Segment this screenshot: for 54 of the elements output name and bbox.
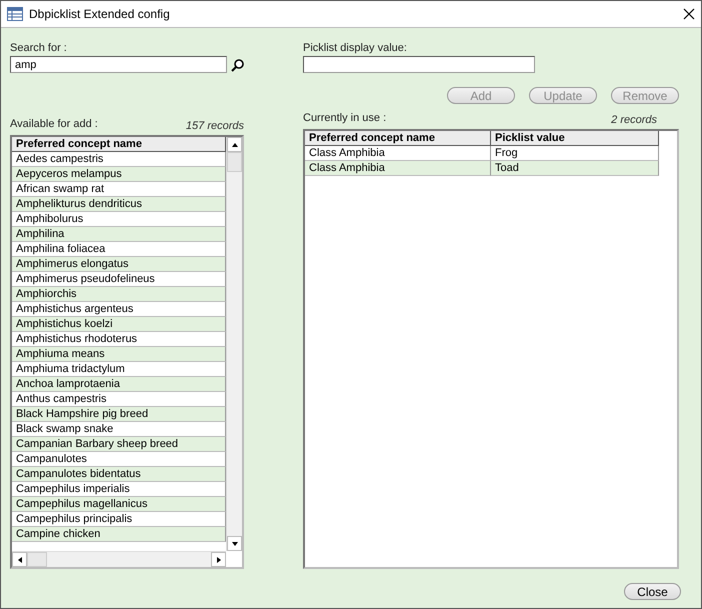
list-item[interactable]: Amphistichus rhodoterus bbox=[12, 332, 226, 347]
scroll-down-button[interactable] bbox=[227, 536, 242, 551]
list-item[interactable]: Campine chicken bbox=[12, 527, 226, 542]
column-header[interactable]: Preferred concept name bbox=[12, 137, 226, 152]
list-item[interactable]: Amphistichus argenteus bbox=[12, 302, 226, 317]
record-count: 2 records bbox=[611, 114, 657, 126]
list-item[interactable]: Amphilina bbox=[12, 227, 226, 242]
list-item[interactable]: Anthus campestris bbox=[12, 392, 226, 407]
table-cell: Frog bbox=[491, 146, 659, 161]
list-item[interactable]: Campanulotes bidentatus bbox=[12, 467, 226, 482]
list-item[interactable]: Black Hampshire pig breed bbox=[12, 407, 226, 422]
list-item[interactable]: Black swamp snake bbox=[12, 422, 226, 437]
list-item[interactable]: Amphibolurus bbox=[12, 212, 226, 227]
list-item[interactable]: Amphistichus koelzi bbox=[12, 317, 226, 332]
close-button[interactable]: Close bbox=[624, 583, 681, 600]
list-item[interactable]: Anchoa lamprotaenia bbox=[12, 377, 226, 392]
scroll-left-button[interactable] bbox=[12, 552, 27, 567]
list-item[interactable]: Campephilus magellanicus bbox=[12, 497, 226, 512]
list-item[interactable]: Amphiuma means bbox=[12, 347, 226, 362]
list-item[interactable]: Aepyceros melampus bbox=[12, 167, 226, 182]
triangle-icon bbox=[16, 556, 24, 564]
list-item[interactable]: Amphimerus pseudofelineus bbox=[12, 272, 226, 287]
display-value-field[interactable] bbox=[303, 56, 535, 73]
list-item[interactable]: Campephilus principalis bbox=[12, 512, 226, 527]
list-item[interactable]: African swamp rat bbox=[12, 182, 226, 197]
scroll-right-button[interactable] bbox=[211, 552, 226, 567]
available-label: Available for add : bbox=[10, 118, 98, 132]
table-icon bbox=[7, 7, 23, 21]
close-icon[interactable] bbox=[683, 8, 695, 20]
in-use-label: Currently in use : bbox=[303, 112, 386, 126]
list-item[interactable]: Amphilina foliacea bbox=[12, 242, 226, 257]
list-item[interactable]: Campephilus imperialis bbox=[12, 482, 226, 497]
list-item[interactable]: Amphelikturus dendriticus bbox=[12, 197, 226, 212]
scroll-thumb[interactable] bbox=[27, 552, 47, 567]
list-item[interactable]: Amphiuma tridactylum bbox=[12, 362, 226, 377]
list-item[interactable]: Campanian Barbary sheep breed bbox=[12, 437, 226, 452]
window-title: Dbpicklist Extended config bbox=[29, 7, 171, 21]
table-cell: Class Amphibia bbox=[305, 146, 491, 161]
record-count: 157 records bbox=[186, 120, 244, 132]
display-value-label: Picklist display value: bbox=[303, 42, 408, 56]
column-header[interactable]: Preferred concept name bbox=[305, 131, 491, 146]
scroll-up-button[interactable] bbox=[227, 137, 242, 152]
list-item[interactable]: Amphiorchis bbox=[12, 287, 226, 302]
list-item[interactable]: Amphimerus elongatus bbox=[12, 257, 226, 272]
scroll-thumb[interactable] bbox=[227, 152, 242, 172]
column-header[interactable]: Picklist value bbox=[491, 131, 659, 146]
table-cell: Class Amphibia bbox=[305, 161, 491, 176]
list-item[interactable]: Campanulotes bbox=[12, 452, 226, 467]
search-field[interactable]: amp bbox=[10, 56, 228, 73]
search-label: Search for : bbox=[10, 42, 68, 56]
triangle-icon bbox=[230, 140, 238, 148]
table-cell: Toad bbox=[491, 161, 659, 176]
search-icon[interactable] bbox=[231, 58, 244, 72]
list-item[interactable]: Aedes campestris bbox=[12, 152, 226, 167]
